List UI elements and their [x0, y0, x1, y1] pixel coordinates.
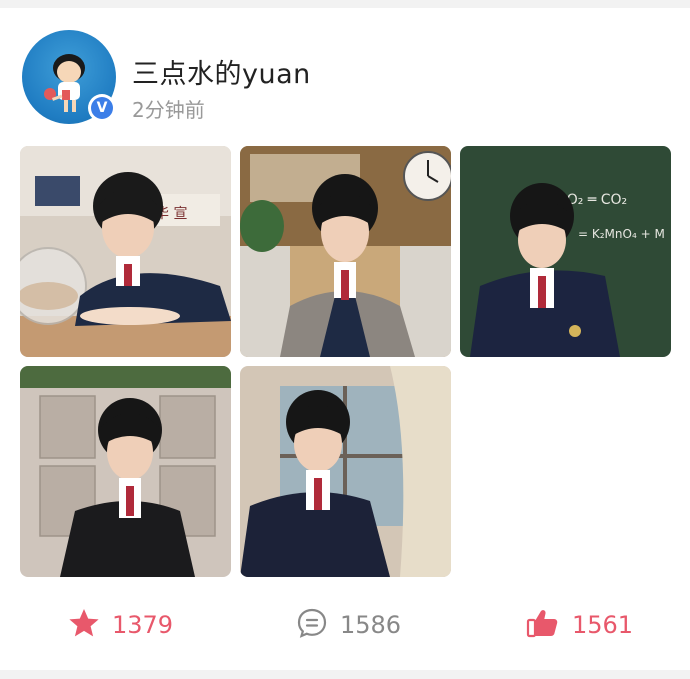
photo-2[interactable]: [240, 146, 451, 357]
post-card: V 三点水的yuan 2分钟前 华 宣 +O₂ ═ CO₂ = K₂MnO₄ +…: [0, 8, 690, 670]
photo-1[interactable]: 华 宣: [20, 146, 231, 357]
photo-5[interactable]: [240, 366, 451, 577]
photo-4[interactable]: [20, 366, 231, 577]
comment-icon: [296, 607, 328, 644]
comment-button[interactable]: 1586: [296, 602, 401, 648]
like-count: 1561: [572, 611, 634, 639]
favorite-count: 1379: [112, 611, 174, 639]
thumbs-up-icon: [526, 607, 560, 644]
action-bar: 1379 1586 1561: [0, 602, 690, 648]
username[interactable]: 三点水的yuan: [132, 52, 311, 91]
favorite-button[interactable]: 1379: [68, 602, 173, 648]
verified-badge-icon: V: [88, 94, 116, 122]
photo-3[interactable]: +O₂ ═ CO₂ = K₂MnO₄ + M: [460, 146, 671, 357]
like-button[interactable]: 1561: [526, 602, 633, 648]
avatar[interactable]: V: [22, 30, 116, 124]
blackboard-formula-2: = K₂MnO₄ + M: [578, 227, 665, 241]
comment-count: 1586: [340, 611, 402, 639]
post-time: 2分钟前: [132, 98, 205, 122]
verified-badge-letter: V: [91, 97, 113, 119]
star-icon: [68, 607, 100, 644]
